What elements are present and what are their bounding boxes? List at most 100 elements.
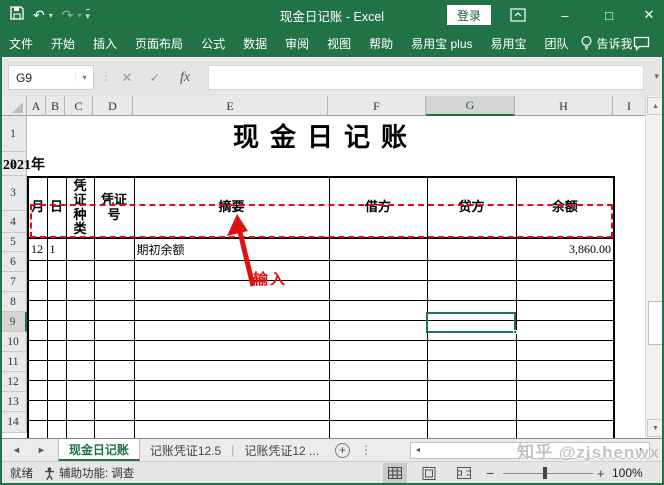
maximize-button[interactable]: □ — [592, 0, 626, 30]
ribbon-display-options-icon[interactable] — [505, 4, 531, 26]
column-header-e[interactable]: E — [133, 96, 328, 116]
cell[interactable] — [66, 420, 94, 438]
row-header-13[interactable]: 13 — [0, 392, 27, 412]
cell[interactable] — [516, 280, 614, 300]
cell[interactable] — [427, 420, 516, 438]
cell[interactable] — [47, 360, 66, 380]
cell[interactable] — [134, 340, 329, 360]
cell[interactable] — [516, 300, 614, 320]
hscroll-left-icon[interactable]: ◄ — [411, 443, 425, 458]
name-box-dropdown-icon[interactable]: ▾ — [75, 73, 93, 82]
fill-handle[interactable] — [513, 330, 517, 334]
sheet-tab-cash-journal[interactable]: 现金日记账 — [58, 439, 140, 461]
prev-sheet-icon[interactable]: ◄ — [12, 445, 21, 455]
insert-function-icon[interactable]: fx — [172, 65, 198, 90]
accessibility-status[interactable]: 辅助功能: 调查 — [44, 462, 134, 484]
row-header-4[interactable]: 4 — [0, 211, 27, 233]
cell[interactable] — [28, 320, 47, 340]
cell[interactable] — [516, 340, 614, 360]
cell[interactable] — [134, 320, 329, 340]
cell[interactable] — [329, 400, 427, 420]
zoom-in-button[interactable]: + — [597, 462, 605, 484]
row-header-6[interactable]: 6 — [0, 252, 27, 272]
formula-input[interactable] — [208, 65, 644, 90]
cell[interactable] — [329, 340, 427, 360]
tab-data[interactable]: 数据 — [234, 30, 276, 57]
cell-day[interactable]: 1 — [47, 238, 66, 260]
cell[interactable] — [134, 420, 329, 438]
column-header-f[interactable]: F — [328, 96, 426, 116]
normal-view-button[interactable] — [383, 463, 407, 483]
cell[interactable] — [134, 380, 329, 400]
formula-bar-expand-icon[interactable]: ▾ — [654, 71, 659, 82]
cell[interactable] — [516, 380, 614, 400]
cell[interactable] — [94, 420, 134, 438]
zoom-level[interactable]: 100% — [612, 462, 643, 484]
cell[interactable] — [329, 280, 427, 300]
cell-balance[interactable]: 3,860.00 — [516, 238, 614, 260]
row-header-7[interactable]: 7 — [0, 272, 27, 292]
tab-help[interactable]: 帮助 — [360, 30, 402, 57]
row-header-14[interactable]: 14 — [0, 412, 27, 433]
vertical-scrollbar-thumb[interactable] — [648, 301, 663, 345]
cell[interactable] — [516, 320, 614, 340]
tab-view[interactable]: 视图 — [318, 30, 360, 57]
page-layout-view-button[interactable] — [417, 463, 441, 483]
cell[interactable] — [329, 420, 427, 438]
tab-yiyongbao[interactable]: 易用宝 — [482, 30, 536, 57]
cell[interactable] — [329, 360, 427, 380]
tab-review[interactable]: 审阅 — [276, 30, 318, 57]
cell[interactable] — [47, 320, 66, 340]
column-header-i[interactable]: I — [613, 96, 645, 116]
page-break-preview-button[interactable] — [452, 463, 476, 483]
cell[interactable] — [66, 340, 94, 360]
cell[interactable] — [329, 380, 427, 400]
sheet-tab-voucher-12-5[interactable]: 记账凭证12.5 — [140, 439, 231, 461]
cell[interactable] — [28, 380, 47, 400]
cell[interactable] — [427, 280, 516, 300]
close-button[interactable]: ✕ — [632, 0, 664, 30]
tab-file[interactable]: 文件 — [0, 30, 42, 57]
cell[interactable] — [66, 320, 94, 340]
row-header-8[interactable]: 8 — [0, 292, 27, 312]
cell[interactable] — [134, 360, 329, 380]
cell[interactable] — [28, 300, 47, 320]
cell[interactable] — [329, 320, 427, 340]
cell[interactable] — [66, 280, 94, 300]
tab-team[interactable]: 团队 — [536, 30, 578, 57]
row-header-5[interactable]: 5 — [0, 233, 27, 252]
zoom-out-button[interactable]: − — [486, 462, 494, 484]
cell-voucher-type[interactable] — [66, 238, 94, 260]
tab-yiyongbao-plus[interactable]: 易用宝 plus — [402, 30, 481, 57]
tab-formulas[interactable]: 公式 — [192, 30, 234, 57]
cell[interactable] — [28, 280, 47, 300]
column-header-d[interactable]: D — [93, 96, 133, 116]
row-header-10[interactable]: 10 — [0, 332, 27, 352]
cell[interactable] — [94, 360, 134, 380]
cell[interactable] — [94, 260, 134, 280]
cell[interactable] — [66, 400, 94, 420]
cell[interactable] — [28, 420, 47, 438]
cell[interactable] — [94, 380, 134, 400]
cell[interactable] — [28, 340, 47, 360]
new-sheet-button[interactable]: + — [335, 439, 350, 461]
row-header-3[interactable]: 3 — [0, 176, 27, 211]
cell[interactable] — [516, 420, 614, 438]
cell[interactable] — [66, 260, 94, 280]
cell[interactable] — [94, 320, 134, 340]
cell-debit[interactable] — [329, 238, 427, 260]
cell[interactable] — [66, 300, 94, 320]
select-all-corner[interactable] — [0, 96, 27, 116]
column-header-g-selected[interactable]: G — [426, 96, 515, 116]
zoom-slider-track[interactable] — [503, 473, 593, 474]
row-header-9-selected[interactable]: 9 — [0, 312, 27, 332]
sheet-title-cell[interactable]: 现金日记账 — [27, 118, 613, 152]
minimize-button[interactable]: – — [548, 0, 582, 30]
cell[interactable] — [329, 260, 427, 280]
cell[interactable] — [47, 300, 66, 320]
cell[interactable] — [28, 260, 47, 280]
cell[interactable] — [47, 400, 66, 420]
row-header-11[interactable]: 11 — [0, 352, 27, 372]
cell[interactable] — [427, 360, 516, 380]
name-box[interactable]: G9 ▾ — [8, 65, 94, 90]
